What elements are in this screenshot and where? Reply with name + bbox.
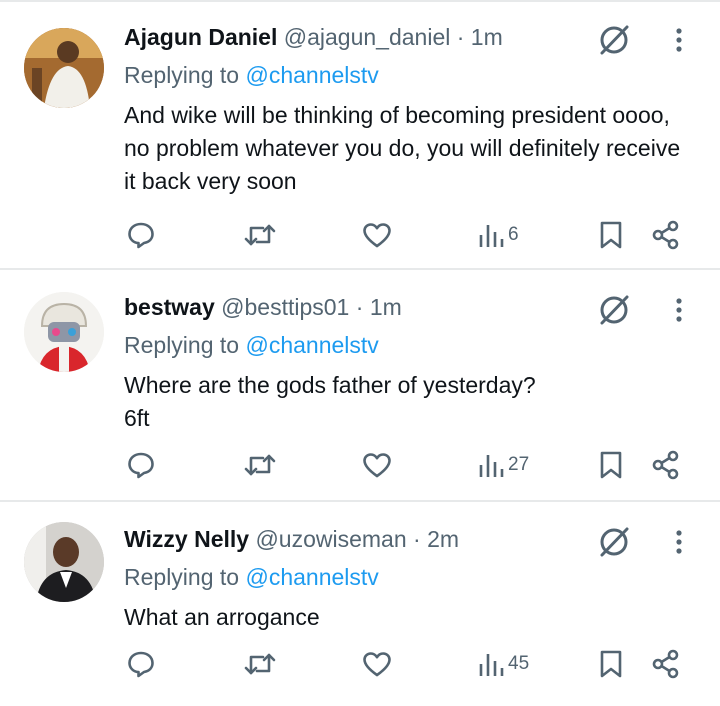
reply-button[interactable]	[126, 644, 156, 684]
tweet-header: Wizzy Nelly @uzowiseman · 2m	[124, 526, 459, 553]
tweet-card[interactable]: Ajagun Daniel @ajagun_daniel · 1m Replyi…	[0, 0, 720, 268]
avatar[interactable]	[24, 292, 104, 372]
views-count: 6	[508, 224, 519, 245]
share-icon	[652, 649, 679, 679]
retweet-button[interactable]	[244, 215, 276, 255]
timestamp[interactable]: 1m	[370, 294, 402, 320]
retweet-icon	[244, 653, 276, 675]
grok-icon[interactable]	[596, 292, 632, 328]
retweet-button[interactable]	[244, 644, 276, 684]
tweet-card[interactable]: Wizzy Nelly @uzowiseman · 2m Replying to…	[0, 502, 720, 706]
views-button[interactable]: 45	[478, 644, 529, 684]
mention-link[interactable]: @channelstv	[245, 332, 378, 358]
display-name[interactable]: Wizzy Nelly	[124, 526, 249, 552]
tweet-header: Ajagun Daniel @ajagun_daniel · 1m	[124, 24, 503, 51]
reply-button[interactable]	[126, 215, 156, 255]
action-bar: 6	[0, 215, 720, 255]
tweet-text: Where are the gods father of yesterday? …	[124, 372, 536, 431]
retweet-icon	[244, 224, 276, 246]
views-count: 45	[508, 653, 530, 674]
mention-link[interactable]: @channelstv	[245, 62, 378, 88]
views-icon	[479, 455, 504, 477]
like-button[interactable]	[362, 445, 392, 485]
avatar-image	[24, 292, 104, 372]
retweet-icon	[244, 454, 276, 476]
avatar[interactable]	[24, 522, 104, 602]
user-handle[interactable]: @ajagun_daniel	[284, 24, 451, 50]
views-button[interactable]: 6	[478, 215, 519, 255]
grok-icon[interactable]	[596, 22, 632, 58]
display-name[interactable]: Ajagun Daniel	[124, 24, 277, 50]
display-name[interactable]: bestway	[124, 294, 215, 320]
bookmark-button[interactable]	[598, 644, 624, 684]
separator: ·	[413, 526, 421, 552]
user-handle[interactable]: @uzowiseman	[255, 526, 406, 552]
tweet-text: And wike will be thinking of becoming pr…	[124, 102, 681, 194]
bookmark-icon	[600, 221, 622, 249]
views-icon	[479, 654, 504, 676]
action-bar: 45	[0, 644, 720, 684]
views-icon	[479, 225, 504, 247]
avatar-image	[24, 522, 104, 602]
bookmark-button[interactable]	[598, 445, 624, 485]
like-button[interactable]	[362, 215, 392, 255]
views-button[interactable]: 27	[478, 445, 529, 485]
more-icon[interactable]	[664, 292, 694, 328]
tweet-header: bestway @besttips01 · 1m	[124, 294, 402, 321]
reply-icon	[128, 452, 154, 479]
user-handle[interactable]: @besttips01	[221, 294, 349, 320]
separator: ·	[456, 24, 465, 50]
replying-to-label: Replying to	[124, 332, 240, 358]
timestamp[interactable]: 1m	[471, 24, 503, 50]
share-button[interactable]	[652, 215, 680, 255]
replying-to: Replying to @channelstv	[124, 332, 379, 359]
replying-to: Replying to @channelstv	[124, 62, 379, 89]
bookmark-icon	[600, 451, 622, 479]
separator: ·	[355, 294, 364, 320]
like-icon	[363, 223, 391, 248]
like-icon	[363, 453, 391, 478]
tweet-text: What an arrogance	[124, 604, 320, 630]
like-icon	[363, 652, 391, 677]
avatar[interactable]	[24, 28, 104, 108]
reply-button[interactable]	[126, 445, 156, 485]
timestamp[interactable]: 2m	[427, 526, 459, 552]
share-button[interactable]	[652, 445, 680, 485]
replying-to: Replying to @channelstv	[124, 564, 379, 591]
grok-icon[interactable]	[596, 524, 632, 560]
avatar-image	[24, 28, 104, 108]
reply-icon	[128, 222, 154, 249]
bookmark-icon	[600, 650, 622, 678]
share-icon	[652, 220, 679, 250]
replying-to-label: Replying to	[124, 564, 240, 590]
bookmark-button[interactable]	[598, 215, 624, 255]
like-button[interactable]	[362, 644, 392, 684]
more-icon[interactable]	[664, 22, 694, 58]
mention-link[interactable]: @channelstv	[245, 564, 378, 590]
action-bar: 27	[0, 445, 720, 485]
share-button[interactable]	[652, 644, 680, 684]
share-icon	[652, 450, 679, 480]
more-icon[interactable]	[664, 524, 694, 560]
reply-feed: Ajagun Daniel @ajagun_daniel · 1m Replyi…	[0, 0, 720, 706]
retweet-button[interactable]	[244, 445, 276, 485]
tweet-card[interactable]: bestway @besttips01 · 1m Replying to @ch…	[0, 270, 720, 500]
replying-to-label: Replying to	[124, 62, 240, 88]
views-count: 27	[508, 454, 530, 475]
reply-icon	[128, 651, 154, 678]
